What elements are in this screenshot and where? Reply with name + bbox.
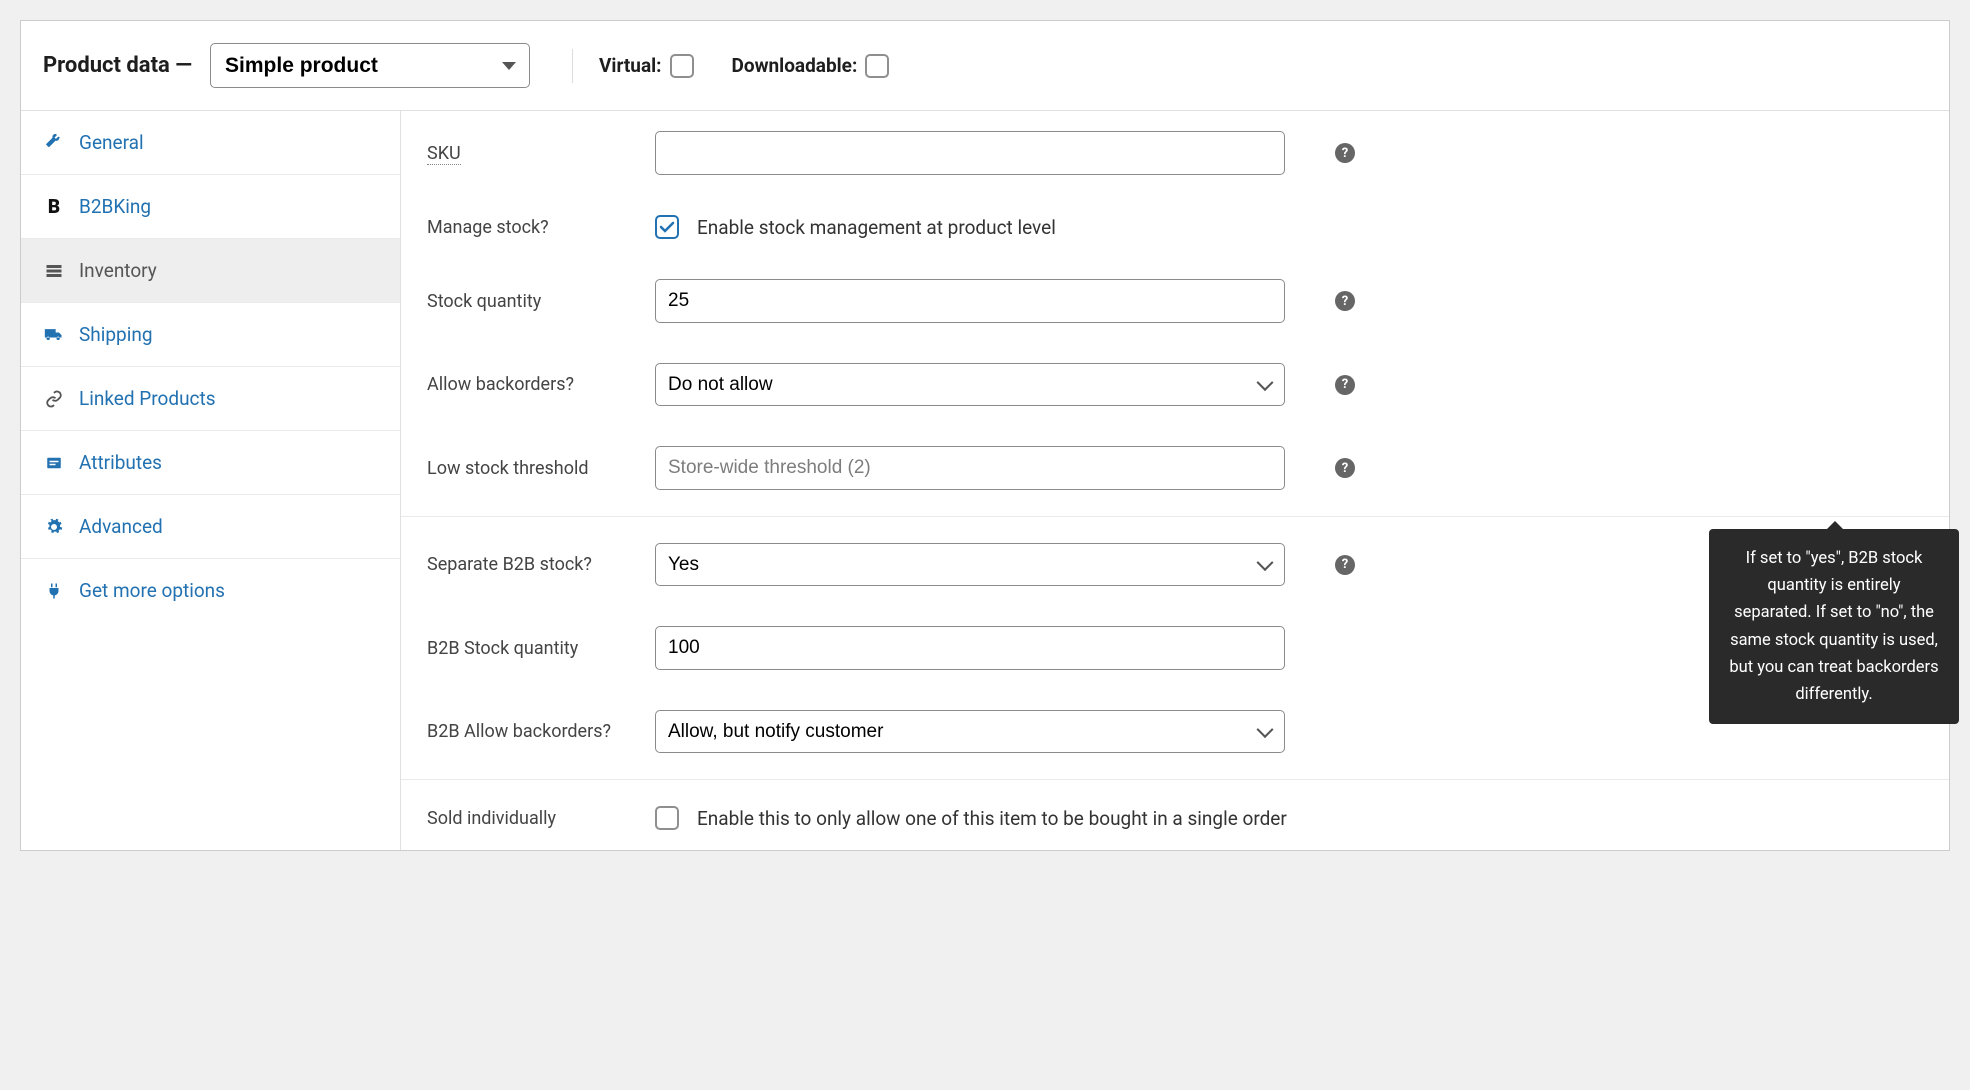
help-icon-separate-b2b[interactable]: ? — [1335, 555, 1355, 575]
tab-attributes[interactable]: Attributes — [21, 431, 400, 495]
help-icon[interactable]: ? — [1335, 458, 1355, 478]
tab-general[interactable]: General — [21, 111, 400, 175]
tab-label: Advanced — [79, 515, 163, 538]
allow-backorders-select[interactable]: Do not allow — [655, 363, 1285, 406]
help-icon[interactable]: ? — [1335, 291, 1355, 311]
row-low-stock-threshold: Low stock threshold ? — [401, 426, 1949, 510]
separate-b2b-select[interactable]: Yes — [655, 543, 1285, 586]
divider — [401, 779, 1949, 780]
downloadable-toggle[interactable]: Downloadable: — [732, 54, 890, 78]
help-icon[interactable]: ? — [1335, 143, 1355, 163]
row-sku: SKU ? — [401, 111, 1949, 195]
panel-title: Product data — — [43, 53, 192, 78]
b2b-icon: B — [43, 196, 65, 218]
sold-individually-label: Sold individually — [427, 808, 635, 829]
tab-label: Attributes — [79, 451, 162, 474]
list-icon — [43, 260, 65, 282]
manage-stock-checkbox[interactable] — [655, 215, 679, 239]
product-data-panel: Product data — Simple product Virtual: D… — [20, 20, 1950, 851]
tab-shipping[interactable]: Shipping — [21, 303, 400, 367]
stock-qty-label: Stock quantity — [427, 291, 635, 312]
stock-qty-input[interactable] — [655, 279, 1285, 323]
tab-linked-products[interactable]: Linked Products — [21, 367, 400, 431]
manage-stock-desc: Enable stock management at product level — [697, 216, 1056, 239]
sku-label-wrap: SKU — [427, 143, 635, 164]
truck-icon — [43, 324, 65, 346]
low-stock-input[interactable] — [655, 446, 1285, 490]
inventory-content: SKU ? Manage stock? Enable stock managem… — [401, 111, 1949, 850]
virtual-checkbox[interactable] — [670, 54, 694, 78]
help-icon[interactable]: ? — [1335, 375, 1355, 395]
virtual-label: Virtual: — [599, 54, 661, 77]
product-type-select[interactable]: Simple product — [210, 43, 530, 88]
b2b-stock-qty-label: B2B Stock quantity — [427, 638, 635, 659]
tooltip-separate-b2b: If set to "yes", B2B stock quantity is e… — [1709, 529, 1959, 724]
tab-label: Linked Products — [79, 387, 216, 410]
wrench-icon — [43, 132, 65, 154]
gear-icon — [43, 516, 65, 538]
tab-advanced[interactable]: Advanced — [21, 495, 400, 559]
row-allow-backorders: Allow backorders? Do not allow ? — [401, 343, 1949, 426]
sku-input[interactable] — [655, 131, 1285, 175]
row-manage-stock: Manage stock? Enable stock management at… — [401, 195, 1949, 259]
divider — [401, 516, 1949, 517]
manage-stock-label: Manage stock? — [427, 217, 635, 238]
note-icon — [43, 452, 65, 474]
tab-label: B2BKing — [79, 195, 151, 218]
plug-icon — [43, 580, 65, 602]
b2b-stock-qty-input[interactable] — [655, 626, 1285, 670]
downloadable-checkbox[interactable] — [865, 54, 889, 78]
tab-label: Get more options — [79, 579, 225, 602]
tab-label: Inventory — [79, 259, 157, 282]
sku-label: SKU — [427, 143, 461, 165]
separate-b2b-label: Separate B2B stock? — [427, 554, 635, 575]
sold-individually-checkbox[interactable] — [655, 806, 679, 830]
sold-individually-desc: Enable this to only allow one of this it… — [697, 807, 1287, 830]
low-stock-label: Low stock threshold — [427, 458, 635, 479]
allow-backorders-label: Allow backorders? — [427, 374, 635, 395]
b2b-backorders-label: B2B Allow backorders? — [427, 721, 635, 742]
separator — [572, 49, 573, 83]
row-stock-quantity: Stock quantity ? — [401, 259, 1949, 343]
product-type-select-wrapper: Simple product — [210, 43, 530, 88]
tab-b2bking[interactable]: B B2BKing — [21, 175, 400, 239]
tooltip-text: If set to "yes", B2B stock quantity is e… — [1729, 549, 1938, 704]
tab-label: Shipping — [79, 323, 153, 346]
tab-label: General — [79, 131, 144, 154]
panel-body: General B B2BKing Inventory Shipping — [21, 111, 1949, 850]
virtual-toggle[interactable]: Virtual: — [599, 54, 693, 78]
tab-inventory[interactable]: Inventory — [21, 239, 400, 303]
panel-header: Product data — Simple product Virtual: D… — [21, 21, 1949, 111]
link-icon — [43, 388, 65, 410]
tab-get-more-options[interactable]: Get more options — [21, 559, 400, 622]
downloadable-label: Downloadable: — [732, 54, 858, 77]
tabs-sidebar: General B B2BKing Inventory Shipping — [21, 111, 401, 850]
row-sold-individually: Sold individually Enable this to only al… — [401, 786, 1949, 850]
b2b-backorders-select[interactable]: Allow, but notify customer — [655, 710, 1285, 753]
